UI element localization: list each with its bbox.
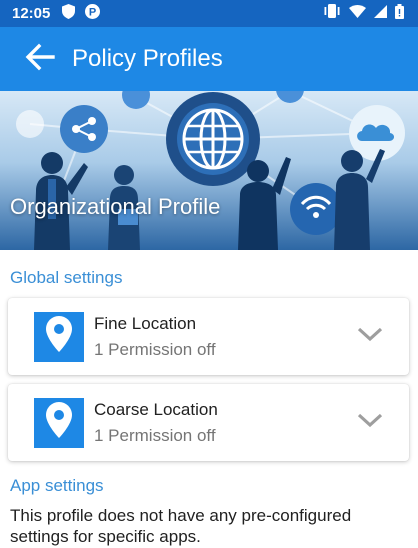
vibrate-icon [323,4,341,23]
chevron-down-icon [357,412,383,433]
card-subtitle: 1 Permission off [94,425,216,445]
card-subtitle: 1 Permission off [94,339,216,359]
glow-dot [16,110,44,138]
app-settings-description: This profile does not have any pre-confi… [10,506,352,546]
arrow-back-icon [25,43,55,76]
p-badge-glyph: P [89,6,96,18]
hero-banner: Organizational Profile [0,91,418,250]
expand-button[interactable] [355,408,385,438]
card-title: Coarse Location [94,399,218,419]
status-bar: 12:05 P [0,0,418,27]
battery-icon [395,3,404,24]
status-right-icons [323,3,404,24]
expand-button[interactable] [355,322,385,352]
card-icon-box [34,397,84,448]
global-settings-heading: Global settings [10,268,123,287]
app-bar: Policy Profiles [0,27,418,91]
globe-icon [166,92,260,186]
location-pin-icon [46,402,72,443]
hero-illustration [16,91,405,250]
card-icon-box [34,311,84,362]
wifi-icon [349,4,366,23]
share-icon [60,105,108,153]
status-left-icons: P [62,3,101,24]
p-badge-icon: P [85,3,101,24]
wifi-circle-icon [290,183,342,235]
location-pin-icon [46,316,72,357]
fine-location-card[interactable]: Fine Location 1 Permission off [8,298,409,375]
card-title: Fine Location [94,313,197,333]
back-button[interactable] [18,37,62,81]
page-title: Policy Profiles [72,45,223,72]
person-right [334,149,385,250]
shield-icon [62,3,76,24]
status-time: 12:05 [12,5,51,22]
hero-title: Organizational Profile [10,194,221,219]
card-text: Fine Location 1 Permission off [94,314,216,360]
app-settings-heading: App settings [10,476,104,495]
card-text: Coarse Location 1 Permission off [94,400,218,446]
coarse-location-card[interactable]: Coarse Location 1 Permission off [8,384,409,461]
signal-icon [374,4,387,23]
chevron-down-icon [357,326,383,347]
